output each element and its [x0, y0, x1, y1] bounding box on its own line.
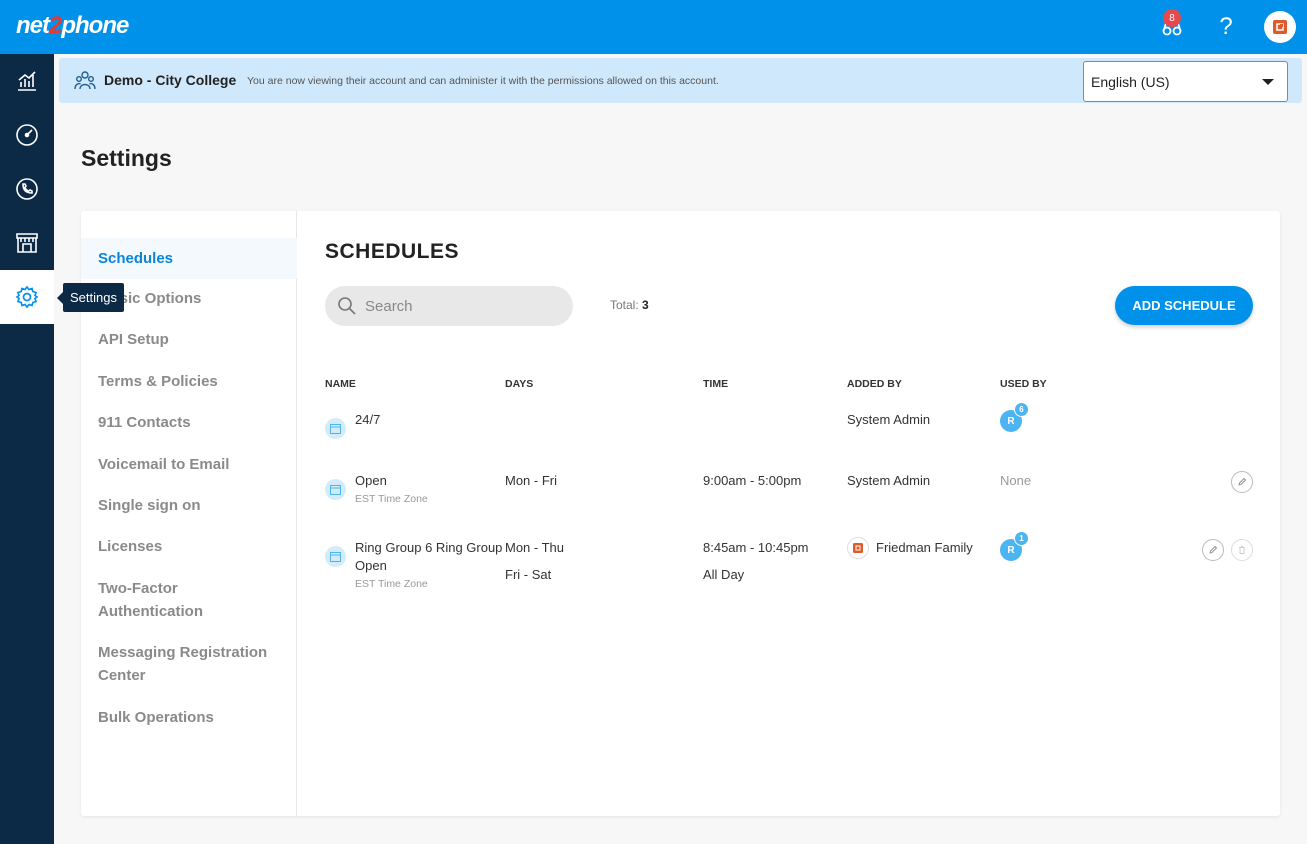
column-header-name[interactable]: NAME [325, 378, 356, 390]
schedule-days: Fri - Sat [505, 567, 552, 582]
store-icon[interactable] [0, 216, 54, 270]
account-message: You are now viewing their account and ca… [247, 75, 719, 87]
schedule-name[interactable]: Ring Group 6 Ring Group [355, 540, 502, 555]
subnav-item-bulk-operations[interactable]: Bulk Operations [81, 706, 297, 729]
chevron-down-icon [1262, 78, 1274, 85]
used-by-count: 6 [1014, 402, 1029, 417]
analytics-icon[interactable] [0, 54, 54, 108]
add-schedule-button[interactable]: ADD SCHEDULE [1115, 286, 1253, 325]
column-header-days[interactable]: DAYS [505, 378, 533, 390]
column-header-added-by[interactable]: ADDED BY [847, 378, 902, 390]
account-users-icon [74, 69, 96, 96]
used-by-none: None [1000, 473, 1032, 488]
edit-icon[interactable] [1231, 471, 1253, 493]
calendar-icon [325, 479, 346, 500]
edit-icon[interactable] [1202, 539, 1224, 561]
calls-icon[interactable] [0, 162, 54, 216]
subnav-item-messaging-registration[interactable]: Messaging Registration Center [81, 641, 291, 687]
added-by: Friedman Family [876, 540, 973, 555]
schedule-timezone: EST Time Zone [355, 578, 428, 590]
net2phone-logo[interactable]: net2phone [16, 12, 129, 40]
search-box [325, 286, 573, 326]
used-by-count: 1 [1014, 531, 1029, 546]
total-count: Total: 3 [610, 298, 649, 312]
settings-tooltip: Settings [57, 283, 124, 312]
trash-icon[interactable] [1231, 539, 1253, 561]
top-bar: net2phone 8 ? [0, 0, 1307, 54]
schedule-time: 8:45am - 10:45pm [703, 540, 809, 555]
subnav-item-schedules[interactable]: Schedules [81, 238, 297, 279]
schedule-name[interactable]: Open [355, 473, 387, 488]
schedule-name-cont[interactable]: Open [355, 558, 387, 573]
schedule-days: Mon - Thu [505, 540, 565, 555]
subnav-item-single-sign-on[interactable]: Single sign on [81, 494, 297, 517]
added-by: System Admin [847, 473, 931, 488]
schedule-time: All Day [703, 567, 745, 582]
subnav-item-two-factor[interactable]: Two-Factor Authentication [81, 577, 281, 623]
notification-badge: 8 [1163, 9, 1181, 27]
subnav-item-terms-policies[interactable]: Terms & Policies [81, 370, 297, 393]
subnav-item-911-contacts[interactable]: 911 Contacts [81, 411, 297, 434]
account-name: Demo - City College [104, 72, 237, 88]
added-by: System Admin [847, 412, 931, 427]
section-title: SCHEDULES [325, 240, 460, 263]
column-header-used-by[interactable]: USED BY [1000, 378, 1047, 390]
column-header-time[interactable]: TIME [703, 378, 728, 390]
page-title: Settings [81, 145, 172, 171]
search-input[interactable] [365, 297, 555, 315]
left-nav [0, 54, 54, 844]
subnav-item-api-setup[interactable]: API Setup [81, 328, 297, 351]
calendar-icon [325, 546, 346, 567]
schedule-name[interactable]: 24/7 [355, 412, 380, 427]
language-select[interactable]: English (US) [1083, 61, 1288, 102]
user-logo-icon [847, 537, 869, 559]
calendar-icon [325, 418, 346, 439]
schedule-days: Mon - Fri [505, 473, 557, 488]
settings-card: Schedules Music Options API Setup Terms … [81, 211, 1280, 816]
subnav-item-voicemail-to-email[interactable]: Voicemail to Email [81, 453, 297, 476]
schedule-timezone: EST Time Zone [355, 493, 428, 505]
schedule-time: 9:00am - 5:00pm [703, 473, 802, 488]
settings-icon[interactable] [0, 270, 54, 324]
dashboard-icon[interactable] [0, 108, 54, 162]
search-icon [338, 297, 356, 315]
language-value: English (US) [1091, 73, 1170, 90]
help-icon[interactable]: ? [1211, 12, 1241, 42]
profile-avatar[interactable] [1264, 11, 1296, 43]
subnav-item-licenses[interactable]: Licenses [81, 535, 297, 558]
